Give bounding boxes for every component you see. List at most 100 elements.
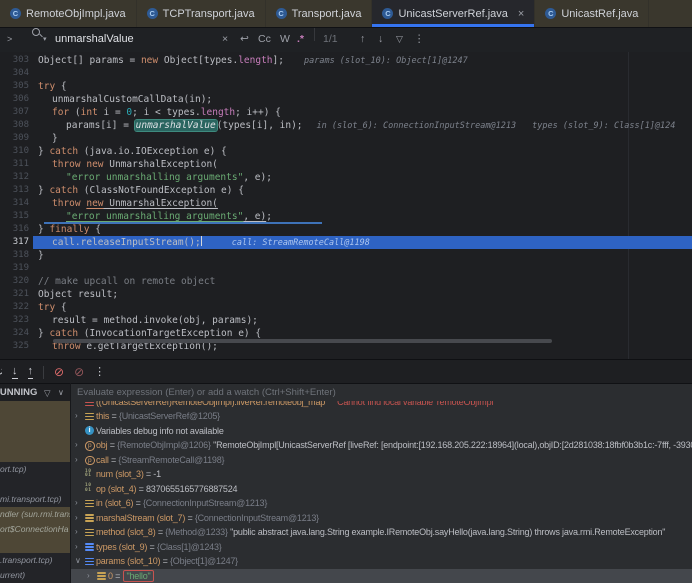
code-line-308[interactable]: 308params[i] = unmarshalValue(types[i], … xyxy=(0,119,692,132)
expand-chevron-icon[interactable]: › xyxy=(75,453,78,468)
threads-dropdown[interactable]: RUNNING ▽ ∨ xyxy=(0,383,70,402)
code-line-312[interactable]: 312"error unmarshalling arguments", e); xyxy=(0,171,692,184)
variables-panel[interactable]: ((UnicastServerRef)RemoteObjImpl).liveRe… xyxy=(71,401,692,583)
variable-ref: {RemoteObjImpl@1206} xyxy=(117,440,213,450)
code-line-319[interactable]: 319 xyxy=(0,262,692,275)
expand-chevron-icon[interactable]: › xyxy=(75,409,78,424)
code-line-320[interactable]: 320// make upcall on remote object xyxy=(0,275,692,288)
search-more-options-icon[interactable]: ⋮ xyxy=(414,28,425,51)
variable-row-params-0[interactable]: ›0 = "hello" xyxy=(71,569,692,583)
rerun-icon[interactable]: ↻ xyxy=(0,367,2,378)
line-number-319[interactable]: 319 xyxy=(0,262,29,275)
clear-search-icon[interactable]: × xyxy=(222,28,228,51)
code-line-318[interactable]: 318} xyxy=(0,249,692,262)
debug-more-icon[interactable]: ⋮ xyxy=(94,367,105,378)
variable-row-types[interactable]: ›types (slot_9) = {Class[1]@1243} xyxy=(71,540,692,555)
variable-row-num[interactable]: 1001num (slot_3) = -1 xyxy=(71,467,692,482)
variable-row-marshalStream[interactable]: ›marshalStream (slot_7) = {ConnectionInp… xyxy=(71,511,692,526)
code-line-314[interactable]: 314throw new UnmarshalException( xyxy=(0,197,692,210)
code-token: i = xyxy=(98,107,127,118)
variable-row-obj[interactable]: ›pobj = {RemoteObjImpl@1206} "RemoteObjI… xyxy=(71,438,692,453)
text-caret xyxy=(201,236,202,246)
stack-frame-2[interactable] xyxy=(0,431,70,446)
value-icon xyxy=(85,513,95,523)
thread-filter-icon[interactable]: ▽ xyxy=(44,384,51,402)
variable-row-method[interactable]: ›method (slot_8) = {Method@1233} "public… xyxy=(71,525,692,540)
code-line-306[interactable]: 306unmarshalCustomCallData(in); xyxy=(0,93,692,106)
expand-chevron-icon[interactable]: › xyxy=(75,511,78,526)
evaluate-expression-input[interactable]: Evaluate expression (Enter) or add a wat… xyxy=(71,383,692,401)
stack-frame-5[interactable] xyxy=(0,477,70,492)
code-line-310[interactable]: 310} catch (java.io.IOException e) { xyxy=(0,145,692,158)
horizontal-scrollbar[interactable] xyxy=(53,339,552,343)
tab-TCPTransport.java[interactable]: CTCPTransport.java xyxy=(137,0,266,27)
code-line-315[interactable]: 315"error unmarshalling arguments", e); xyxy=(0,210,692,223)
search-input[interactable]: unmarshalValue xyxy=(55,28,134,51)
stack-frame-0[interactable] xyxy=(0,401,70,416)
stack-frame-6[interactable]: mi.transport.tcp) xyxy=(0,492,70,507)
stack-frame-4[interactable]: ort.tcp) xyxy=(0,462,70,477)
expand-chevron-icon[interactable]: › xyxy=(75,438,78,453)
match-case-toggle[interactable]: Cc xyxy=(258,28,271,51)
previous-occurrence-button[interactable]: ↑ xyxy=(360,28,365,51)
expand-chevron-icon[interactable]: › xyxy=(75,496,78,511)
tab-RemoteObjImpl.java[interactable]: CRemoteObjImpl.java xyxy=(0,0,137,27)
expand-chevron-icon[interactable]: › xyxy=(75,525,78,540)
stack-frame-1[interactable] xyxy=(0,416,70,431)
view-breakpoints-icon[interactable]: ⊘ xyxy=(54,367,64,378)
tab-bar: CRemoteObjImpl.javaCTCPTransport.javaCTr… xyxy=(0,0,692,27)
search-filter-icon[interactable]: ▽ xyxy=(396,28,403,51)
code-line-309[interactable]: 309} xyxy=(0,132,692,145)
code-line-304[interactable]: 304 xyxy=(0,67,692,80)
expand-chevron-icon[interactable]: › xyxy=(75,540,78,555)
step-into-icon[interactable]: ↓ xyxy=(12,366,18,379)
variable-row-op[interactable]: 1001op (slot_4) = 8370655165776887524 xyxy=(71,482,692,497)
search-expander-icon[interactable]: > xyxy=(7,28,12,51)
frames-panel[interactable]: ort.tcp) mi.transport.tcp)ndler (sun.rmi.… xyxy=(0,401,70,583)
variable-row-in[interactable]: ›in (slot_6) = {ConnectionInputStream@12… xyxy=(71,496,692,511)
code-token: params[i] = xyxy=(66,120,135,131)
code-line-322[interactable]: 322try { xyxy=(0,301,692,314)
code-line-317[interactable]: 317call.releaseInputStream();call: Strea… xyxy=(0,236,692,249)
code-line-303[interactable]: 303Object[] params = new Object[types.le… xyxy=(0,54,692,67)
code-line-321[interactable]: 321Object result; xyxy=(0,288,692,301)
editor[interactable]: 303Object[] params = new Object[types.le… xyxy=(0,52,692,359)
newline-icon[interactable]: ↩ xyxy=(240,28,249,51)
line-number-304[interactable]: 304 xyxy=(0,67,29,80)
code-line-323[interactable]: 323result = method.invoke(obj, params); xyxy=(0,314,692,327)
stack-frame-3[interactable] xyxy=(0,446,70,461)
code-line-307[interactable]: 307for (int i = 0; i < types.length; i++… xyxy=(0,106,692,119)
search-history-caret-icon[interactable]: ▾ xyxy=(43,28,47,51)
variable-ref: {Method@1233} xyxy=(165,527,230,537)
stack-frame-8[interactable]: ort$ConnectionHa xyxy=(0,522,70,537)
code-token: "error unmarshalling arguments" xyxy=(66,172,243,183)
code-line-313[interactable]: 313} catch (ClassNotFoundException e) { xyxy=(0,184,692,197)
mute-breakpoints-icon[interactable]: ⊘ xyxy=(74,367,84,378)
tab-UnicastServerRef.java[interactable]: CUnicastServerRef.java× xyxy=(372,0,535,27)
java-class-icon: C xyxy=(276,8,287,19)
step-out-icon[interactable]: ↑ xyxy=(28,366,34,379)
variable-row-call[interactable]: ›pcall = {StreamRemoteCall@1198} xyxy=(71,453,692,468)
stack-frame-11[interactable]: urrent) xyxy=(0,568,70,583)
variable-row-info[interactable]: iVariables debug info not available xyxy=(71,424,692,439)
regex-toggle[interactable]: .* xyxy=(297,28,304,51)
stack-frame-9[interactable] xyxy=(0,537,70,552)
variable-row-params[interactable]: ∨params (slot_10) = {Object[1]@1247} xyxy=(71,554,692,569)
close-tab-icon[interactable]: × xyxy=(518,8,524,20)
watch-error-row[interactable]: ((UnicastServerRef)RemoteObjImpl).liveRe… xyxy=(71,401,692,408)
chevron-down-icon[interactable]: ∨ xyxy=(58,384,64,402)
code-token: , e); xyxy=(243,172,272,183)
code-line-311[interactable]: 311throw new UnmarshalException( xyxy=(0,158,692,171)
code-line-316[interactable]: 316} finally { xyxy=(0,223,692,236)
code-token: new xyxy=(86,198,103,209)
tab-UnicastRef.java[interactable]: CUnicastRef.java xyxy=(535,0,649,27)
next-occurrence-button[interactable]: ↓ xyxy=(378,28,383,51)
stack-frame-7[interactable]: ndler (sun.rmi.trans xyxy=(0,507,70,522)
stack-frame-10[interactable]: .transport.tcp) xyxy=(0,553,70,568)
variable-row-this[interactable]: ›this = {UnicastServerRef@1205} xyxy=(71,409,692,424)
collapse-chevron-icon[interactable]: ∨ xyxy=(75,554,81,569)
tab-Transport.java[interactable]: CTransport.java xyxy=(266,0,373,27)
code-line-305[interactable]: 305try { xyxy=(0,80,692,93)
whole-words-toggle[interactable]: W xyxy=(280,28,290,51)
expand-chevron-icon[interactable]: › xyxy=(87,569,90,583)
